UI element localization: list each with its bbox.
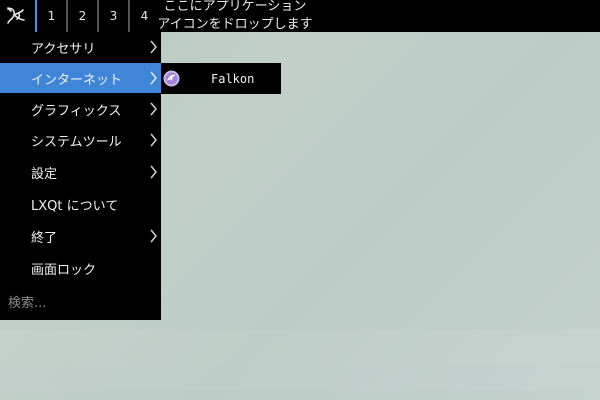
menu-search-input[interactable]: 検索...: [8, 290, 153, 312]
menu-item-leave[interactable]: 終了: [0, 221, 161, 251]
chevron-right-icon: [150, 71, 157, 85]
chevron-right-icon: [150, 229, 157, 243]
search-placeholder: 検索...: [8, 295, 47, 311]
taskbar-panel: 1 2 3 4 ここにアプリケーション アイコンをドロップします: [0, 0, 600, 32]
menu-item-lock-screen[interactable]: 画面ロック: [0, 253, 161, 283]
lxqt-logo-icon: [7, 7, 25, 24]
falkon-icon: [163, 70, 180, 87]
menu-item-label: 終了: [31, 230, 58, 246]
desktop[interactable]: 1 2 3 4 ここにアプリケーション アイコンをドロップします アクセサリ イ…: [0, 0, 600, 400]
chevron-right-icon: [150, 133, 157, 147]
menu-item-label: 設定: [31, 166, 58, 182]
hint-line: アイコンをドロップします: [157, 17, 313, 32]
menu-item-settings[interactable]: 設定: [0, 157, 161, 187]
chevron-right-icon: [150, 165, 157, 179]
wallpaper-band: [0, 365, 600, 390]
menu-item-internet[interactable]: インターネット: [0, 63, 161, 93]
desktop-number: 1: [47, 9, 56, 23]
menu-item-label: グラフィックス: [31, 103, 122, 119]
wallpaper-band: [0, 330, 600, 365]
menu-item-label: インターネット: [31, 72, 123, 88]
menu-item-accessories[interactable]: アクセサリ: [0, 32, 161, 62]
menu-item-label: 画面ロック: [31, 262, 97, 278]
submenu-item-label: Falkon: [211, 71, 255, 86]
application-menu: アクセサリ インターネット グラフィックス システムツール 設定 LXQt につ…: [0, 32, 161, 320]
desktop-number: 3: [109, 9, 118, 23]
menu-item-label: LXQt について: [31, 198, 119, 214]
chevron-right-icon: [150, 102, 157, 116]
desktop-number: 2: [78, 9, 87, 23]
desktop-number: 4: [140, 9, 149, 23]
menu-item-label: アクセサリ: [31, 41, 96, 57]
internet-submenu: Falkon: [161, 63, 281, 94]
start-menu-button[interactable]: [0, 0, 32, 32]
menu-item-graphics[interactable]: グラフィックス: [0, 94, 161, 124]
chevron-right-icon: [150, 40, 157, 54]
submenu-item-falkon[interactable]: Falkon: [161, 63, 281, 94]
quicklaunch-drop-hint[interactable]: ここにアプリケーション アイコンをドロップします: [155, 0, 315, 34]
menu-item-system-tools[interactable]: システムツール: [0, 125, 161, 155]
menu-item-label: システムツール: [31, 134, 122, 150]
hint-line: ここにアプリケーション: [163, 0, 307, 14]
desktop-switch-3[interactable]: 3: [97, 0, 128, 32]
menu-item-about-lxqt[interactable]: LXQt について: [0, 189, 161, 219]
desktop-switch-2[interactable]: 2: [66, 0, 97, 32]
desktop-switch-1[interactable]: 1: [35, 0, 66, 32]
